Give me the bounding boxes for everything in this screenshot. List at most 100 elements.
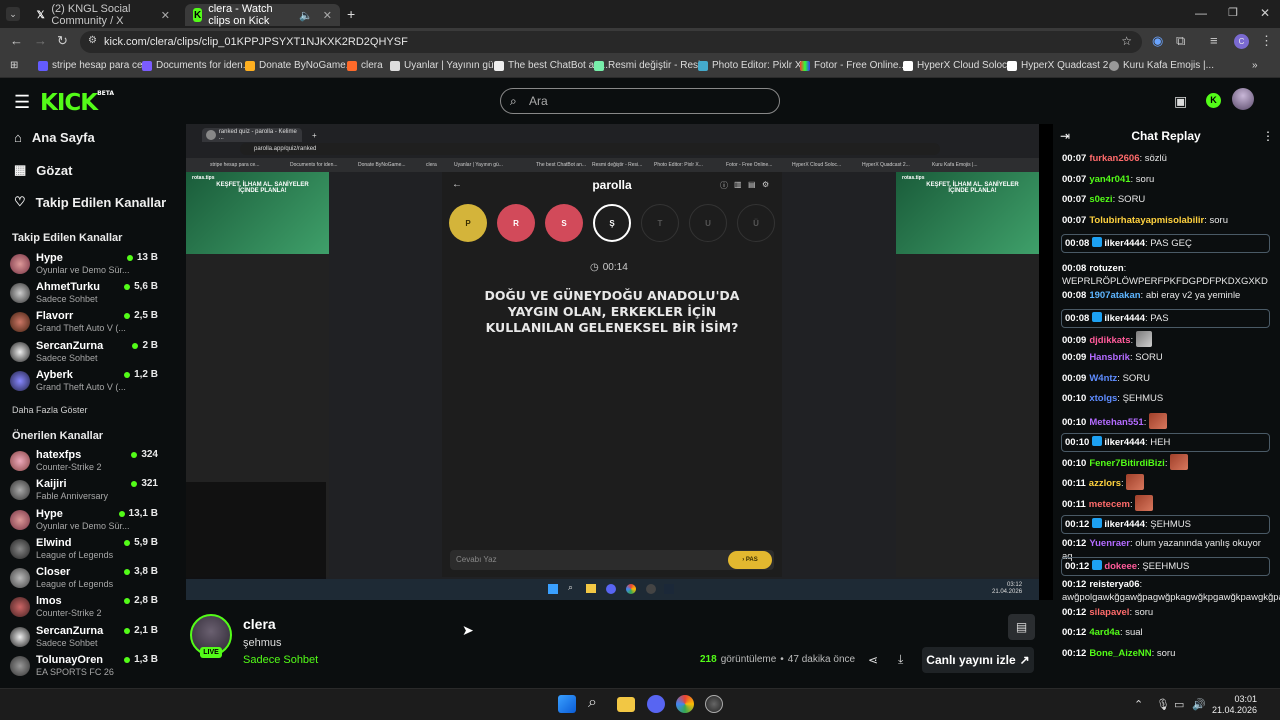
- reload-icon[interactable]: ↻: [57, 33, 68, 49]
- bookmark-item[interactable]: Photo Editor: Pixlr X...: [698, 60, 810, 71]
- discord-icon[interactable]: [647, 695, 665, 713]
- chat-username[interactable]: Metehan551: [1089, 417, 1143, 428]
- close-icon[interactable]: ✕: [161, 9, 170, 22]
- new-tab-icon[interactable]: +: [347, 6, 355, 22]
- chat-username[interactable]: djdikkats: [1089, 335, 1130, 346]
- followed-channel[interactable]: Ayberk Grand Theft Auto V (... 1,2 B: [10, 369, 160, 397]
- back-icon[interactable]: ←: [10, 33, 23, 48]
- chat-username[interactable]: xtolgs: [1089, 393, 1117, 404]
- bookmark-item[interactable]: Resmi değiştir - Resi...: [594, 60, 709, 71]
- user-avatar[interactable]: [1232, 88, 1254, 110]
- chat-username[interactable]: reisterya06: [1089, 579, 1139, 590]
- followed-channel[interactable]: SercanZurna Sadece Sohbet 2 B: [10, 340, 160, 368]
- chrome-icon[interactable]: [676, 695, 694, 713]
- recommended-channel[interactable]: SercanZurna Sadece Sohbet 2,1 B: [10, 625, 160, 653]
- chat-username[interactable]: Hansbrik: [1089, 352, 1130, 363]
- kick-coin-icon[interactable]: K: [1206, 93, 1221, 108]
- chat-username[interactable]: silapavel: [1089, 607, 1129, 618]
- network-icon[interactable]: ▭: [1174, 698, 1184, 711]
- system-clock[interactable]: 03:01 21.04.2026: [1212, 694, 1257, 716]
- recommended-channel[interactable]: Hype Oyunlar ve Demo Sür... 13,1 B: [10, 508, 160, 536]
- profile-avatar-icon[interactable]: C: [1234, 34, 1249, 49]
- windows-start-icon[interactable]: [558, 695, 576, 713]
- chat-username[interactable]: ilker4444: [1104, 437, 1145, 448]
- chat-username[interactable]: ilker4444: [1104, 238, 1145, 249]
- kick-logo[interactable]: KICKBETA: [40, 90, 114, 116]
- chat-username[interactable]: metecem: [1089, 499, 1130, 510]
- recommended-channel[interactable]: Closer League of Legends 3,8 B: [10, 566, 160, 594]
- obs-icon[interactable]: [705, 695, 723, 713]
- microphone-icon[interactable]: 🎙: [1156, 698, 1170, 711]
- forward-icon[interactable]: →: [34, 33, 47, 48]
- bookmark-star-icon[interactable]: ☆: [1121, 34, 1132, 48]
- chat-username[interactable]: 1907atakan: [1089, 290, 1140, 301]
- tray-arrow-icon[interactable]: ⌃: [1134, 698, 1143, 711]
- volume-icon[interactable]: 🔊: [1192, 698, 1206, 711]
- tab-x[interactable]: 𝕏 (2) KNGL Social Community / X ✕: [28, 3, 178, 27]
- search-input[interactable]: ⌕ Ara: [500, 88, 780, 114]
- followed-channel[interactable]: Flavorr Grand Theft Auto V (... 2,5 B: [10, 310, 160, 338]
- bookmark-item[interactable]: HyperX Cloud Soloc...: [903, 60, 1015, 71]
- recommended-channel[interactable]: TolunayOren EA SPORTS FC 26 1,3 B: [10, 654, 160, 682]
- bookmark-item[interactable]: Fotor - Free Online...: [800, 60, 907, 71]
- chat-username[interactable]: ilker4444: [1104, 519, 1145, 530]
- bookmark-item[interactable]: Kuru Kafa Emojis |...: [1109, 60, 1214, 71]
- tab-list-icon[interactable]: ≡: [1210, 33, 1218, 48]
- show-more-link[interactable]: Daha Fazla Göster: [12, 405, 88, 415]
- bookmark-item[interactable]: clera: [347, 60, 383, 71]
- chat-username[interactable]: s0ezi: [1089, 194, 1112, 205]
- tab-search-icon[interactable]: ⌄: [6, 7, 20, 21]
- recommended-channel[interactable]: hatexfps Counter-Strike 2 324: [10, 449, 160, 477]
- chat-username[interactable]: rotuzen: [1089, 263, 1123, 274]
- chat-username[interactable]: Yuenraer: [1089, 538, 1130, 549]
- bookmark-item[interactable]: Donate ByNoGame...: [245, 60, 354, 71]
- chat-username[interactable]: W4ntz: [1089, 373, 1117, 384]
- recommended-channel[interactable]: Kaijiri Fable Anniversary 321: [10, 478, 160, 506]
- followed-channel[interactable]: Hype Oyunlar ve Demo Sür... 13 B: [10, 252, 160, 280]
- apps-grid-icon[interactable]: ⊞: [10, 60, 18, 71]
- more-bookmarks-icon[interactable]: »: [1252, 60, 1258, 71]
- close-window-icon[interactable]: ✕: [1260, 6, 1270, 20]
- nav-browse[interactable]: ▦ Gözat: [14, 162, 72, 178]
- chat-username[interactable]: yan4r041: [1089, 174, 1130, 185]
- menu-icon[interactable]: ⋮: [1260, 33, 1273, 49]
- chat-username[interactable]: azzlors: [1089, 478, 1121, 489]
- recommended-channel[interactable]: Elwind League of Legends 5,9 B: [10, 537, 160, 565]
- search-icon[interactable]: ⌕: [588, 694, 597, 712]
- speaker-icon[interactable]: 🔈: [299, 9, 313, 22]
- chat-username[interactable]: Tolubirhatayapmisolabilir: [1089, 215, 1204, 226]
- close-icon[interactable]: ✕: [323, 9, 332, 22]
- nav-home[interactable]: ⌂ Ana Sayfa: [14, 130, 95, 145]
- bookmark-item[interactable]: HyperX Quadcast 2...: [1007, 60, 1117, 71]
- bookmark-item[interactable]: The best ChatBot an...: [494, 60, 608, 71]
- clip-category[interactable]: Sadece Sohbet: [243, 654, 318, 666]
- share-icon[interactable]: ⋖: [868, 653, 878, 667]
- extensions-puzzle-icon[interactable]: ⧉: [1176, 33, 1185, 49]
- bookmark-item[interactable]: stripe hesap para ce...: [38, 60, 151, 71]
- extension-icon[interactable]: ◉: [1152, 33, 1163, 49]
- address-bar[interactable]: ⚙ kick.com/clera/clips/clip_01KPPJPSYXT1…: [80, 31, 1142, 53]
- streamer-name[interactable]: clera: [243, 616, 276, 632]
- minimize-icon[interactable]: —: [1195, 6, 1207, 20]
- chat-username[interactable]: furkan2606: [1089, 153, 1139, 164]
- watch-live-button[interactable]: Canlı yayını izle ↗: [922, 647, 1034, 673]
- file-explorer-icon[interactable]: [617, 697, 635, 712]
- followed-channel[interactable]: AhmetTurku Sadece Sohbet 5,6 B: [10, 281, 160, 309]
- restore-icon[interactable]: ❐: [1228, 6, 1238, 19]
- chat-username[interactable]: ilker4444: [1104, 313, 1145, 324]
- collapse-chat-icon[interactable]: ⇥: [1060, 129, 1070, 143]
- chat-menu-icon[interactable]: ⋮: [1262, 129, 1274, 143]
- nav-following[interactable]: ♡ Takip Edilen Kanallar: [14, 194, 166, 210]
- clip-menu-button[interactable]: ▤: [1008, 614, 1035, 640]
- tab-kick[interactable]: K clera - Watch clips on Kick 🔈 ✕: [185, 3, 340, 27]
- theater-mode-icon[interactable]: ▣: [1174, 93, 1187, 110]
- bookmark-item[interactable]: Documents for iden...: [142, 60, 251, 71]
- site-info-icon[interactable]: ⚙: [88, 35, 97, 46]
- download-icon[interactable]: ⤓: [898, 652, 903, 667]
- chat-username[interactable]: 4ard4a: [1089, 627, 1120, 638]
- hamburger-menu-icon[interactable]: ☰: [14, 92, 30, 113]
- bookmark-item[interactable]: Uyanlar | Yayının gü...: [390, 60, 502, 71]
- chat-username[interactable]: dokeee: [1104, 561, 1137, 572]
- chat-username[interactable]: Fener7BitirdiBizi: [1089, 458, 1165, 469]
- chat-username[interactable]: Bone_AizeNN: [1089, 648, 1151, 659]
